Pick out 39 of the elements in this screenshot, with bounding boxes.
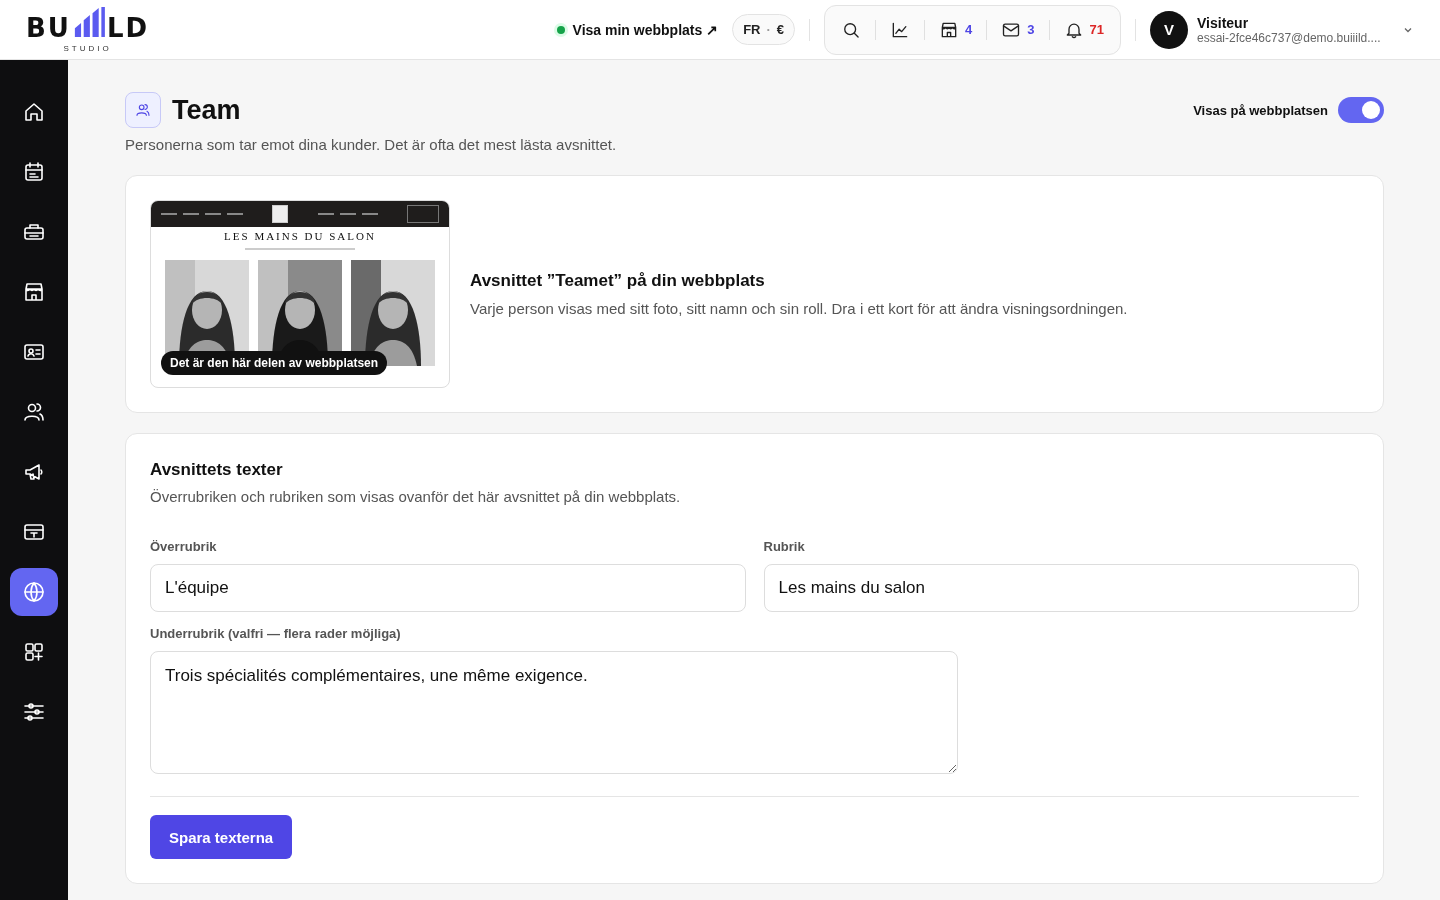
mail-button[interactable]: 3 xyxy=(997,17,1039,42)
user-avatar[interactable]: V xyxy=(1150,10,1188,49)
input-field[interactable]: L'équipe xyxy=(150,564,746,612)
locale-selector[interactable]: FR · € xyxy=(732,14,796,45)
logo-text: BU xyxy=(26,14,71,41)
sliders-icon xyxy=(22,700,46,724)
count-label: 71 xyxy=(1089,22,1104,37)
visibility-toggle[interactable] xyxy=(1338,97,1384,123)
section-heading: Avsnittet ”Teamet” på din webbplats xyxy=(470,271,766,291)
users-icon xyxy=(22,400,46,424)
count-label: 3 xyxy=(1027,22,1035,37)
section-description: Varje person visas med sitt foto, sitt namn och sin roll. Dra i ett kort för att ändra visningsordningen. xyxy=(470,300,1128,317)
sidebar-item[interactable] xyxy=(10,568,58,616)
user-name: Visiteur xyxy=(1197,14,1250,31)
save-button[interactable]: Spara texterna xyxy=(150,815,293,859)
bell-button[interactable]: 71 xyxy=(1059,17,1108,42)
count-label: 4 xyxy=(965,22,973,37)
home-icon xyxy=(22,100,46,124)
page-subtitle: Personerna som tar emot dina kunder. Det är ofta det mest lästa avsnittet. xyxy=(125,136,618,153)
section-heading: Avsnittets texter xyxy=(150,460,284,480)
field-label: Överrubrik xyxy=(150,539,218,554)
input-field[interactable]: Les mains du salon xyxy=(763,564,1359,612)
section-description: Överrubriken och rubriken som visas ovanför det här avsnittet på din webbplats. xyxy=(150,488,682,505)
field-label: Underrubrik (valfri — flera rader möjliga) xyxy=(150,626,402,641)
site-section-title: LES MAINS DU SALON xyxy=(224,230,376,242)
calendar-icon xyxy=(22,160,46,184)
store-button[interactable]: 4 xyxy=(935,17,977,42)
toggle-label: Visas på webbplatsen xyxy=(1193,102,1328,118)
text-area[interactable]: Trois spécialités complémentaires, une même exigence. xyxy=(150,651,958,774)
store-icon xyxy=(22,280,46,304)
globe-icon xyxy=(22,580,46,604)
logo-tagline: STUDIO xyxy=(63,43,112,53)
user-email: essai-2fce46c737@demo.buiiild.... xyxy=(1197,30,1382,45)
apps-icon xyxy=(22,640,46,664)
logo-text: LD xyxy=(106,14,150,41)
field-label: Rubrik xyxy=(763,539,806,554)
view-site-link[interactable]: Visa min webbplats ↗ xyxy=(556,21,719,38)
page-title: Team xyxy=(172,94,241,126)
team-icon xyxy=(125,92,161,128)
